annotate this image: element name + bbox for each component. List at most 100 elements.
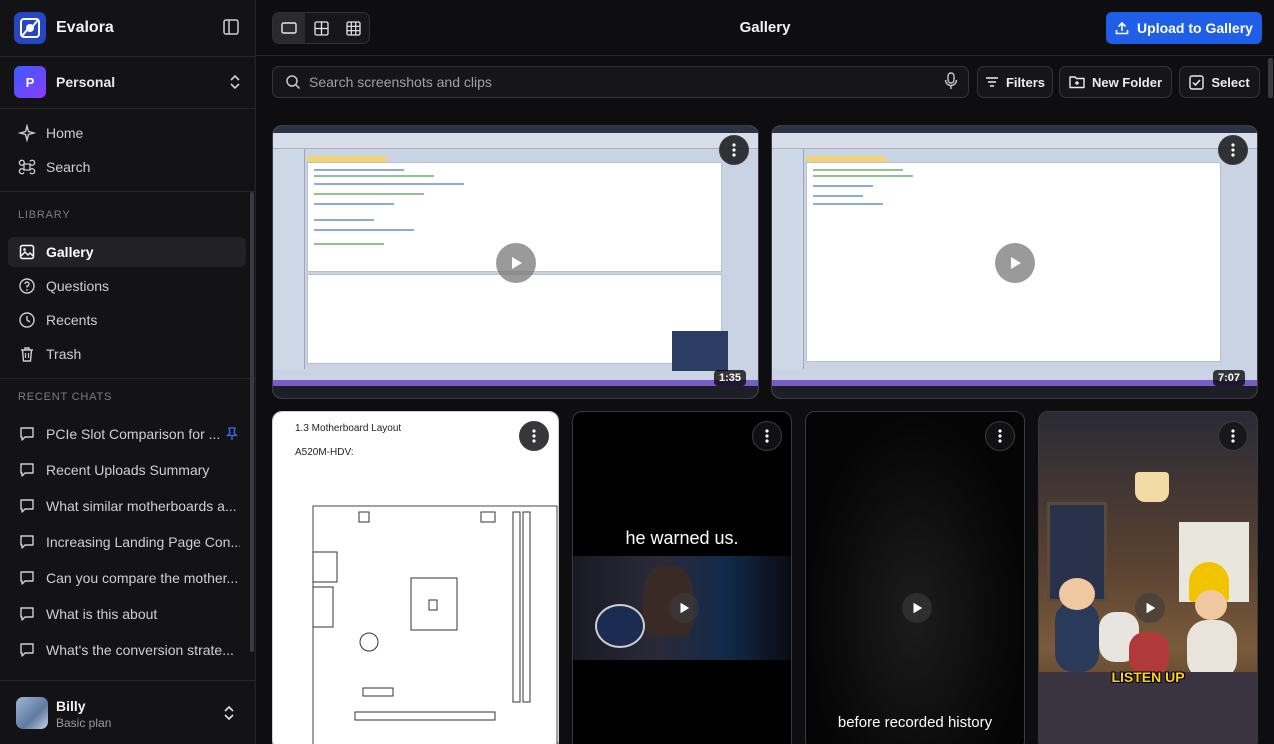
more-vertical-icon bbox=[732, 143, 736, 157]
sidebar-item-trash[interactable]: Trash bbox=[8, 339, 246, 369]
dense-grid-icon bbox=[345, 20, 361, 36]
sidebar-item-label: Questions bbox=[46, 278, 110, 294]
sidebar-scrollbar[interactable] bbox=[250, 192, 254, 652]
play-button[interactable] bbox=[496, 243, 536, 283]
recent-chat-item[interactable]: What similar motherboards a... bbox=[8, 491, 246, 521]
recent-chat-item[interactable]: What's the conversion strate... bbox=[8, 635, 246, 665]
upload-label: Upload to Gallery bbox=[1137, 20, 1253, 36]
gallery-card[interactable]: he warned us. bbox=[572, 411, 792, 744]
video-duration: 1:35 bbox=[713, 370, 746, 386]
workspace-switcher[interactable]: P Personal bbox=[14, 66, 246, 98]
recent-chat-label: PCIe Slot Comparison for ... bbox=[46, 426, 220, 442]
video-caption: before recorded history bbox=[837, 714, 993, 731]
microphone-icon[interactable] bbox=[944, 71, 958, 93]
recent-chat-label: Can you compare the mother... bbox=[46, 570, 239, 586]
document-thumbnail: 1.3 Motherboard Layout A520M-HDV: bbox=[273, 412, 558, 744]
more-vertical-icon bbox=[1231, 429, 1235, 443]
recent-chat-item[interactable]: Recent Uploads Summary bbox=[8, 455, 246, 485]
chat-bubble-icon bbox=[20, 535, 34, 549]
chevron-updown-icon bbox=[222, 703, 236, 726]
play-icon bbox=[680, 602, 690, 614]
more-vertical-icon bbox=[1231, 143, 1235, 157]
divider bbox=[0, 378, 256, 379]
view-grid-button[interactable] bbox=[305, 13, 337, 43]
new-folder-label: New Folder bbox=[1091, 74, 1163, 90]
top-bar: Gallery Upload to Gallery bbox=[256, 0, 1274, 56]
play-button[interactable] bbox=[1135, 593, 1165, 623]
recent-chat-label: What similar motherboards a... bbox=[46, 498, 237, 514]
search-bar bbox=[272, 66, 969, 98]
user-name: Billy bbox=[56, 698, 86, 714]
more-vertical-icon bbox=[765, 429, 769, 443]
user-menu[interactable]: Billy Basic plan bbox=[0, 680, 256, 744]
play-button[interactable] bbox=[902, 593, 932, 623]
chat-bubble-icon bbox=[20, 607, 34, 621]
upload-to-gallery-button[interactable]: Upload to Gallery bbox=[1106, 12, 1262, 44]
recent-chat-item[interactable]: PCIe Slot Comparison for ... bbox=[8, 419, 246, 449]
video-caption: LISTEN UP bbox=[1111, 669, 1185, 685]
video-thumbnail bbox=[1039, 412, 1257, 744]
sidebar-item-gallery[interactable]: Gallery bbox=[8, 237, 246, 267]
chat-bubble-icon bbox=[20, 643, 34, 657]
nav-search[interactable]: Search bbox=[8, 152, 246, 182]
more-vertical-icon bbox=[532, 429, 536, 443]
gallery-card[interactable]: 1:35 bbox=[272, 125, 759, 399]
play-icon bbox=[913, 602, 923, 614]
document-subheading: A520M-HDV: bbox=[295, 447, 354, 458]
gallery-card[interactable]: before recorded history bbox=[805, 411, 1025, 744]
chat-bubble-icon bbox=[20, 427, 34, 441]
nav-home[interactable]: Home bbox=[8, 118, 246, 148]
chevron-updown-icon bbox=[228, 72, 242, 95]
play-button[interactable] bbox=[669, 593, 699, 623]
gallery-card[interactable]: 1.3 Motherboard Layout A520M-HDV: bbox=[272, 411, 559, 744]
document-heading: 1.3 Motherboard Layout bbox=[295, 423, 402, 434]
chat-bubble-icon bbox=[20, 499, 34, 513]
question-circle-icon bbox=[19, 278, 35, 294]
more-options-button[interactable] bbox=[1218, 421, 1248, 451]
search-icon bbox=[286, 75, 301, 90]
more-options-button[interactable] bbox=[752, 421, 782, 451]
pin-icon[interactable] bbox=[225, 427, 248, 444]
workspace-name: Personal bbox=[56, 74, 116, 90]
select-label: Select bbox=[1211, 74, 1250, 90]
more-options-button[interactable] bbox=[985, 421, 1015, 451]
video-duration: 7:07 bbox=[1212, 370, 1245, 386]
view-large-button[interactable] bbox=[273, 13, 305, 43]
sidebar-item-label: Trash bbox=[46, 346, 82, 362]
divider bbox=[0, 108, 256, 109]
view-mode-toggle bbox=[272, 12, 370, 44]
recent-chat-item[interactable]: Increasing Landing Page Con... bbox=[8, 527, 246, 557]
more-options-button[interactable] bbox=[519, 421, 549, 451]
sidebar-item-questions[interactable]: Questions bbox=[8, 271, 246, 301]
app-name: Evalora bbox=[56, 19, 114, 36]
gallery-card[interactable]: 7:07 bbox=[771, 125, 1258, 399]
filters-button[interactable]: Filters bbox=[977, 66, 1053, 98]
brand[interactable]: Evalora bbox=[14, 12, 114, 44]
more-vertical-icon bbox=[998, 429, 1002, 443]
new-folder-button[interactable]: New Folder bbox=[1059, 66, 1172, 98]
more-options-button[interactable] bbox=[719, 135, 749, 165]
video-caption: he warned us. bbox=[625, 528, 739, 548]
main-scrollbar[interactable] bbox=[1268, 58, 1273, 98]
view-dense-grid-button[interactable] bbox=[337, 13, 369, 43]
sidebar-toggle-icon[interactable] bbox=[222, 18, 244, 38]
single-view-icon bbox=[281, 22, 297, 34]
recent-chat-item[interactable]: What is this about bbox=[8, 599, 246, 629]
sidebar-item-recents[interactable]: Recents bbox=[8, 305, 246, 335]
play-button[interactable] bbox=[995, 243, 1035, 283]
recent-chat-item[interactable]: Can you compare the mother... bbox=[8, 563, 246, 593]
recent-chat-label: What is this about bbox=[46, 606, 158, 622]
sidebar-item-label: Recents bbox=[46, 312, 98, 328]
sidebar-item-label: Gallery bbox=[46, 244, 94, 260]
app-logo bbox=[14, 12, 46, 44]
more-options-button[interactable] bbox=[1218, 135, 1248, 165]
nav-search-label: Search bbox=[46, 159, 91, 175]
search-input[interactable] bbox=[309, 74, 944, 90]
select-button[interactable]: Select bbox=[1179, 66, 1260, 98]
image-icon bbox=[19, 244, 35, 260]
chat-bubble-icon bbox=[20, 463, 34, 477]
gallery-card[interactable]: LISTEN UP bbox=[1038, 411, 1258, 744]
user-plan: Basic plan bbox=[56, 716, 112, 730]
filter-icon bbox=[985, 77, 998, 87]
workspace-avatar: P bbox=[14, 66, 46, 98]
